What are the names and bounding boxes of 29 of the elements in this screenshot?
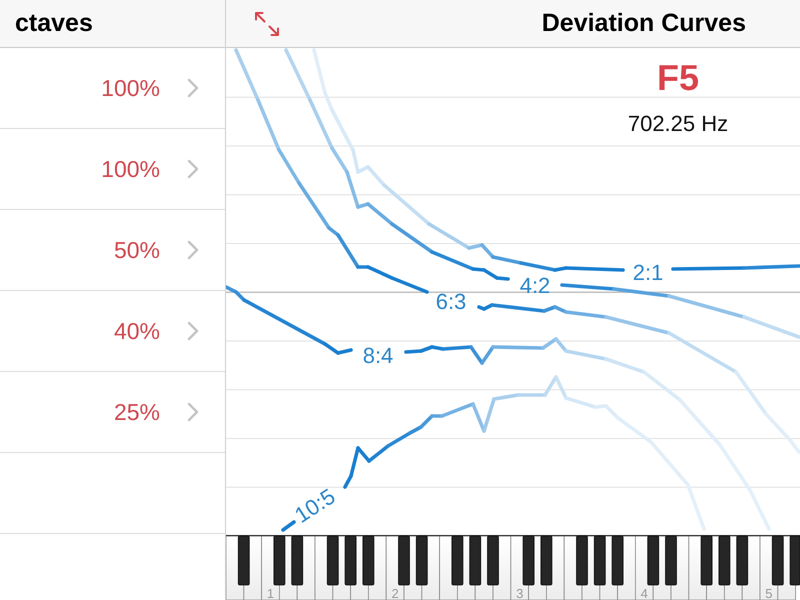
sharp-key[interactable] xyxy=(326,536,339,586)
curve-label: 6:3 xyxy=(436,289,466,314)
percentage-value: 50% xyxy=(114,236,160,264)
panel-title: ctaves xyxy=(15,9,93,38)
sharp-key[interactable] xyxy=(291,536,304,586)
sharp-key[interactable] xyxy=(647,536,660,586)
octave-label: 2 xyxy=(391,586,399,600)
curve-label: 10:5 xyxy=(290,484,340,528)
sharp-key[interactable] xyxy=(736,536,748,586)
octave-label: 3 xyxy=(516,586,524,600)
sharp-key[interactable] xyxy=(594,536,606,586)
sharp-key[interactable] xyxy=(238,536,250,586)
octave-label: 5 xyxy=(765,586,773,600)
percentage-value: 100% xyxy=(101,156,160,182)
curve-label: 2:1 xyxy=(632,260,664,285)
percentage-value: 25% xyxy=(114,398,160,426)
frequency-value: 702.25 Hz xyxy=(628,110,728,138)
sharp-key[interactable] xyxy=(772,536,784,586)
octave-label: 1 xyxy=(266,586,274,600)
percentage-value: 100% xyxy=(101,74,160,102)
curve-label: 4:2 xyxy=(520,273,550,298)
sharp-key[interactable] xyxy=(469,536,482,586)
note-name: F5 xyxy=(656,58,699,98)
sharp-key[interactable] xyxy=(416,536,428,586)
curve-label: 8:4 xyxy=(362,343,394,368)
expand-icon[interactable] xyxy=(254,10,280,36)
panel-title: Deviation Curves xyxy=(542,9,746,38)
percentage-value: 40% xyxy=(114,318,160,344)
octave-label: 4 xyxy=(640,586,648,600)
